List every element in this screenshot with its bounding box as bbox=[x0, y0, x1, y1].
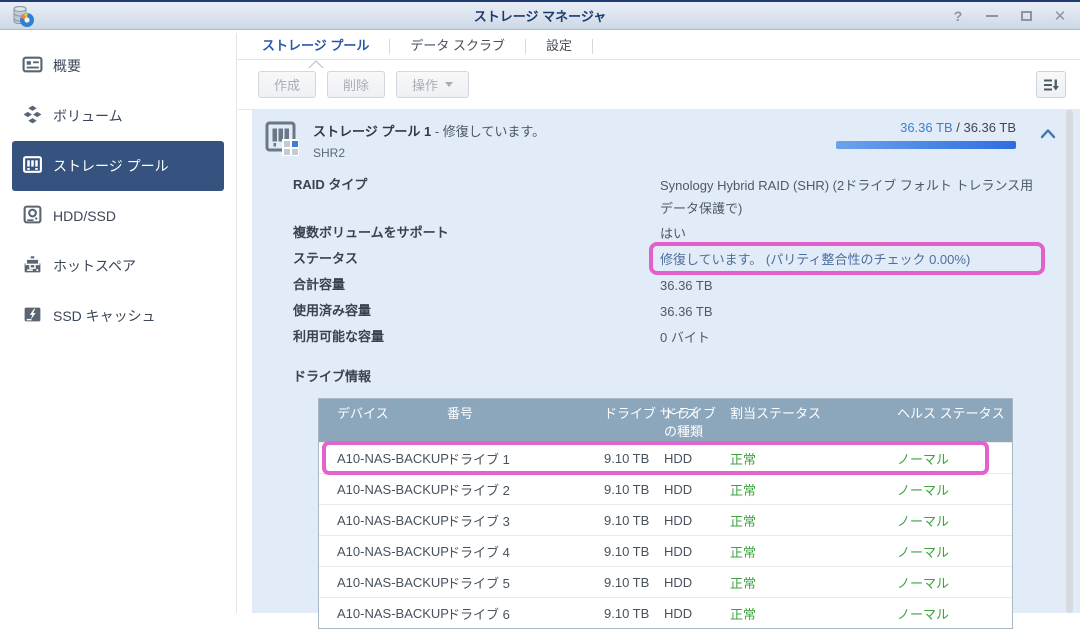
action-dropdown-button[interactable]: 操作 bbox=[396, 71, 469, 98]
sidebar-item-hdd-ssd[interactable]: HDD/SSD bbox=[12, 191, 224, 241]
sidebar-item-label: ホットスペア bbox=[53, 256, 136, 276]
chevron-down-icon bbox=[445, 82, 453, 87]
drive-table: デバイス 番号 ドライブ サイズ ドライブの種類 割当ステータス ヘルス ステー… bbox=[318, 398, 1013, 629]
drive-table-header: デバイス 番号 ドライブ サイズ ドライブの種類 割当ステータス ヘルス ステー… bbox=[319, 399, 1012, 442]
drive-info-heading: ドライブ情報 bbox=[293, 366, 1080, 385]
usage-used-value: 36.36 TB bbox=[900, 120, 953, 135]
titlebar: ストレージ マネージャ ? ✕ bbox=[0, 0, 1080, 30]
window-title: ストレージ マネージャ bbox=[0, 6, 1080, 25]
minimize-icon[interactable] bbox=[984, 8, 1000, 24]
pool-details: RAID タイプ Synology Hybrid RAID (SHR) (2ドラ… bbox=[293, 172, 1080, 350]
pool-panel-header[interactable]: ストレージ プール 1 - 修復しています。 SHR2 36.36 TB / 3… bbox=[252, 110, 1080, 160]
table-row-drive-4[interactable]: A10-NAS-BACKUP ドライブ 4 9.10 TB HDD 正常 ノーマ… bbox=[319, 535, 1012, 566]
table-row-drive-1[interactable]: A10-NAS-BACKUP ドライブ 1 9.10 TB HDD 正常 ノーマ… bbox=[319, 442, 1012, 473]
usage-total-value: 36.36 TB bbox=[963, 120, 1016, 135]
pool-name: ストレージ プール 1 bbox=[313, 124, 431, 139]
col-header-size[interactable]: ドライブ サイズ bbox=[604, 405, 664, 423]
help-icon[interactable]: ? bbox=[950, 8, 966, 24]
detail-row-total-capacity: 合計容量 36.36 TB bbox=[293, 272, 1080, 298]
col-header-health-status[interactable]: ヘルス ステータス bbox=[897, 405, 1012, 423]
usage-progress-bar bbox=[836, 141, 1016, 149]
col-header-number[interactable]: 番号 bbox=[447, 405, 604, 423]
tab-separator bbox=[592, 39, 593, 54]
tab-settings[interactable]: 設定 bbox=[526, 33, 592, 60]
table-row-drive-3[interactable]: A10-NAS-BACKUP ドライブ 3 9.10 TB HDD 正常 ノーマ… bbox=[319, 504, 1012, 535]
delete-button[interactable]: 削除 bbox=[327, 71, 385, 98]
col-header-type[interactable]: ドライブの種類 bbox=[664, 405, 730, 441]
detail-row-status: ステータス 修復しています。 (パリティ整合性のチェック 0.00%) bbox=[293, 246, 1080, 272]
tab-bar: ストレージ プール データ スクラブ 設定 bbox=[238, 33, 1080, 60]
pool-status-note: - 修復しています。 bbox=[435, 124, 545, 139]
toolbar: 作成 削除 操作 bbox=[238, 60, 1080, 110]
tab-storage-pool[interactable]: ストレージ プール bbox=[242, 33, 389, 60]
sidebar-item-overview[interactable]: 概要 bbox=[12, 41, 224, 91]
create-button[interactable]: 作成 bbox=[258, 71, 316, 98]
maximize-icon[interactable] bbox=[1018, 8, 1034, 24]
tab-data-scrubbing[interactable]: データ スクラブ bbox=[390, 33, 525, 60]
status-value-annotated: 修復しています。 (パリティ整合性のチェック 0.00%) bbox=[660, 246, 1034, 272]
sidebar-item-ssd-cache[interactable]: SSD キャッシュ bbox=[12, 291, 224, 341]
pool-raid-level: SHR2 bbox=[313, 146, 836, 160]
sidebar-item-label: ストレージ プール bbox=[53, 156, 169, 176]
sidebar-item-label: 概要 bbox=[53, 56, 81, 76]
detail-row-multi-volume: 複数ボリュームをサポート はい bbox=[293, 220, 1080, 246]
sidebar-item-storage-pool[interactable]: ストレージ プール bbox=[12, 141, 224, 191]
sidebar-item-hot-spare[interactable]: ホットスペア bbox=[12, 241, 224, 291]
overview-icon bbox=[22, 54, 43, 78]
storage-pool-rack-icon bbox=[263, 120, 301, 158]
sidebar-item-label: SSD キャッシュ bbox=[53, 306, 156, 326]
volume-icon bbox=[22, 104, 43, 128]
table-row-drive-2[interactable]: A10-NAS-BACKUP ドライブ 2 9.10 TB HDD 正常 ノーマ… bbox=[319, 473, 1012, 504]
col-header-device[interactable]: デバイス bbox=[337, 405, 447, 423]
detail-row-available-capacity: 利用可能な容量 0 バイト bbox=[293, 324, 1080, 350]
hot-spare-icon bbox=[22, 254, 43, 278]
pool-usage: 36.36 TB / 36.36 TB bbox=[836, 120, 1016, 149]
main-content: ストレージ プール データ スクラブ 設定 作成 削除 操作 bbox=[238, 33, 1080, 613]
sort-descending-icon bbox=[1043, 77, 1059, 93]
storage-manager-app-icon bbox=[10, 5, 36, 29]
sort-button[interactable] bbox=[1036, 71, 1066, 98]
close-icon[interactable]: ✕ bbox=[1052, 8, 1068, 24]
storage-pool-panel: ストレージ プール 1 - 修復しています。 SHR2 36.36 TB / 3… bbox=[252, 110, 1080, 613]
sidebar: 概要 ボリューム ストレージ プール bbox=[0, 33, 237, 613]
hdd-ssd-icon bbox=[22, 204, 43, 228]
usage-separator: / bbox=[953, 120, 964, 135]
table-row-drive-5[interactable]: A10-NAS-BACKUP ドライブ 5 9.10 TB HDD 正常 ノーマ… bbox=[319, 566, 1012, 597]
col-header-alloc-status[interactable]: 割当ステータス bbox=[730, 405, 897, 423]
active-tab-notch bbox=[308, 60, 324, 68]
ssd-cache-icon bbox=[22, 304, 43, 328]
storage-pool-icon bbox=[22, 154, 43, 178]
detail-row-used-capacity: 使用済み容量 36.36 TB bbox=[293, 298, 1080, 324]
scrollbar[interactable] bbox=[1066, 110, 1073, 613]
sidebar-item-label: ボリューム bbox=[53, 106, 123, 126]
sidebar-item-volume[interactable]: ボリューム bbox=[12, 91, 224, 141]
detail-row-raid-type: RAID タイプ Synology Hybrid RAID (SHR) (2ドラ… bbox=[293, 172, 1080, 220]
sidebar-item-label: HDD/SSD bbox=[53, 208, 116, 224]
collapse-chevron-up-icon[interactable] bbox=[1040, 126, 1056, 144]
